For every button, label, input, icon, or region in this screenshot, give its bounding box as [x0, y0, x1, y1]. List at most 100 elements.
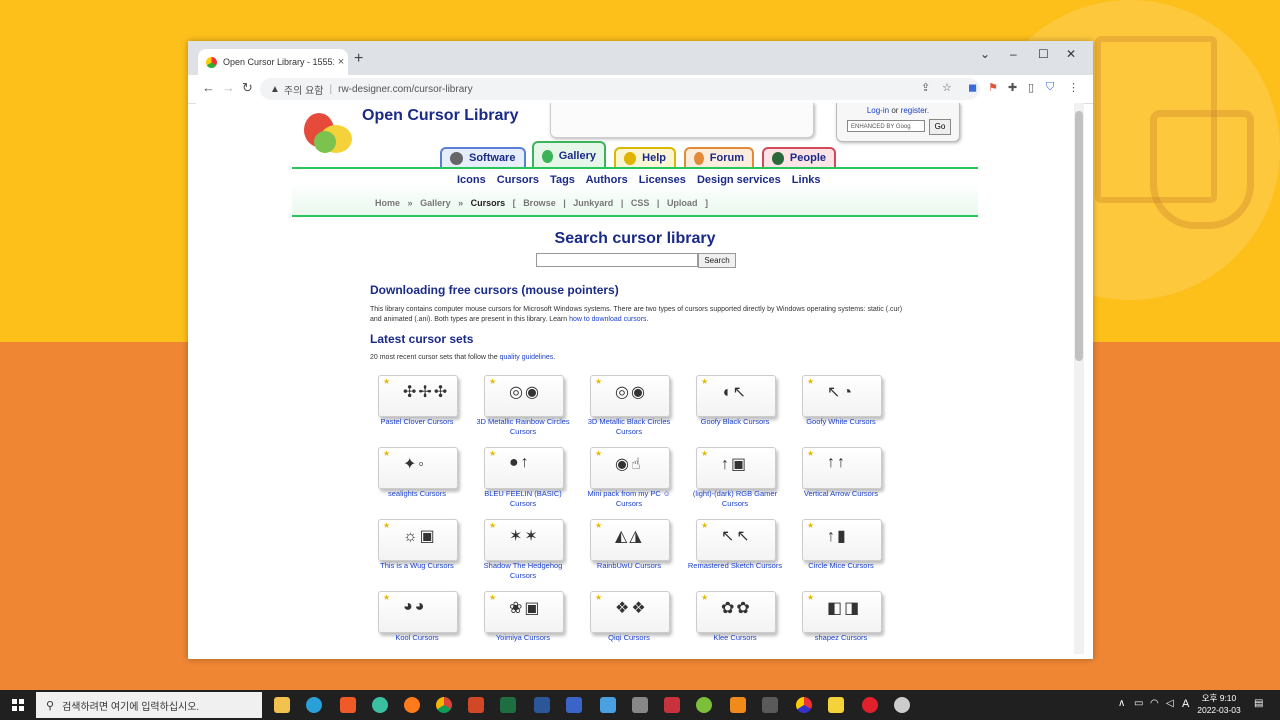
close-window-button[interactable]: ✕: [1066, 47, 1076, 61]
tab-close-icon[interactable]: ×: [334, 56, 348, 68]
share-icon[interactable]: ⇪: [921, 81, 930, 94]
app-icon-window[interactable]: [600, 697, 616, 713]
crumb-junkyard[interactable]: Junkyard: [573, 198, 613, 208]
url-text[interactable]: rw-designer.com/cursor-library: [338, 84, 472, 95]
minimize-button[interactable]: –: [1010, 47, 1017, 61]
forward-arrow-icon[interactable]: →: [222, 80, 235, 95]
cursor-set-thumbnail[interactable]: ★ ✿✿: [696, 591, 776, 633]
app-icon-gear[interactable]: [632, 697, 648, 713]
cursor-set-link[interactable]: Qiqi Cursors: [578, 633, 680, 643]
crumb-css[interactable]: CSS: [631, 198, 650, 208]
cursor-set-card[interactable]: ★ ◎◉ 3D Metallic Rainbow Circles Cursors: [476, 375, 588, 447]
cursor-set-card[interactable]: ★ ◭◮ RainbUwU Cursors: [588, 519, 694, 591]
ime-indicator[interactable]: A: [1182, 698, 1189, 710]
crumb-upload[interactable]: Upload: [667, 198, 698, 208]
tab-gallery[interactable]: Gallery: [532, 141, 606, 169]
cursor-set-card[interactable]: ★ ●↑ BLEU FEELIN (BASIC) Cursors: [482, 447, 588, 519]
cursor-set-card[interactable]: ★ ↑▣ (light)-(dark) RGB Gamer Cursors: [693, 447, 800, 519]
network-icon[interactable]: ◠: [1150, 698, 1159, 709]
cursor-set-card[interactable]: ★ ✶✶ Shadow The Hedgehog Cursors: [482, 519, 588, 591]
cursor-set-link[interactable]: Klee Cursors: [684, 633, 786, 643]
bookmark-star-icon[interactable]: ☆: [942, 81, 952, 94]
cursor-set-thumbnail[interactable]: ★ ↑↑: [802, 447, 882, 489]
word-icon[interactable]: [534, 697, 550, 713]
cursor-set-thumbnail[interactable]: ★ ◎◉: [484, 375, 564, 417]
cursor-set-card[interactable]: ★ ❖❖ Qiqi Cursors: [588, 591, 694, 654]
nav-authors[interactable]: Authors: [586, 174, 628, 186]
cursor-set-thumbnail[interactable]: ★ ✶✶: [484, 519, 564, 561]
cursor-set-link[interactable]: Kool Cursors: [366, 633, 468, 643]
cursor-set-link[interactable]: Yoimiya Cursors: [472, 633, 574, 643]
cursor-set-card[interactable]: ★ ◉☝ Mini pack from my PC ☺ Cursors: [587, 447, 694, 519]
browser-tab[interactable]: Open Cursor Library - 155512 ×: [198, 49, 348, 75]
tab-forum[interactable]: Forum: [684, 147, 754, 167]
cursor-set-link[interactable]: Shadow The Hedgehog Cursors: [472, 561, 574, 581]
firefox-icon[interactable]: [404, 697, 420, 713]
sticky-notes-icon[interactable]: [828, 697, 844, 713]
cursor-set-thumbnail[interactable]: ★ ◉☝: [590, 447, 670, 489]
cursor-set-thumbnail[interactable]: ★ ↑▣: [696, 447, 776, 489]
cursor-set-thumbnail[interactable]: ★ ❖❖: [590, 591, 670, 633]
tab-help[interactable]: Help: [614, 147, 676, 167]
cursor-set-card[interactable]: ★ ◧◨ shapez Cursors: [800, 591, 906, 654]
google-go-button[interactable]: Go: [929, 119, 951, 135]
app-icon-se[interactable]: [664, 697, 680, 713]
cursor-set-link[interactable]: shapez Cursors: [790, 633, 892, 643]
cursor-set-thumbnail[interactable]: ★ ☼▣: [378, 519, 458, 561]
app-icon-green[interactable]: [696, 697, 712, 713]
opera-icon[interactable]: [862, 697, 878, 713]
taskbar-clock[interactable]: 오후 9:10 2022-03-03: [1194, 692, 1244, 716]
cursor-set-thumbnail[interactable]: ★ ↖↖: [696, 519, 776, 561]
messenger-app-icon[interactable]: [372, 697, 388, 713]
site-logo[interactable]: [302, 109, 356, 157]
cursor-set-card[interactable]: ★ ✦◦ sealights Cursors: [376, 447, 482, 519]
crumb-browse[interactable]: Browse: [523, 198, 556, 208]
how-to-download-link[interactable]: how to download cursors: [569, 316, 646, 323]
browser-menu-icon[interactable]: ⋮: [1068, 81, 1079, 94]
cursor-set-link[interactable]: Remastered Sketch Cursors: [684, 561, 786, 571]
edge-browser-icon[interactable]: [306, 697, 322, 713]
crumb-home[interactable]: Home: [375, 198, 400, 208]
file-explorer-icon[interactable]: [274, 697, 290, 713]
cursor-set-link[interactable]: Vertical Arrow Cursors: [790, 489, 892, 499]
extension-icon[interactable]: ⚑: [988, 81, 998, 94]
warning-triangle-icon[interactable]: ▲: [270, 84, 280, 95]
tray-app-icon[interactable]: ▭: [1134, 698, 1143, 709]
tab-software[interactable]: Software: [440, 147, 526, 167]
register-link[interactable]: register.: [901, 106, 929, 115]
cursor-set-link[interactable]: sealights Cursors: [366, 489, 468, 499]
calculator-icon[interactable]: [762, 697, 778, 713]
windows-start-icon[interactable]: [12, 699, 24, 711]
cursor-set-thumbnail[interactable]: ★ ◭◮: [590, 519, 670, 561]
cursor-set-thumbnail[interactable]: ★ ❀▣: [484, 591, 564, 633]
cursor-set-link[interactable]: Goofy Black Cursors: [684, 417, 786, 427]
notification-icon[interactable]: ▤: [1254, 698, 1263, 709]
cursor-set-link[interactable]: Goofy White Cursors: [790, 417, 892, 427]
cursor-set-link[interactable]: 3D Metallic Black Circles Cursors: [578, 417, 680, 437]
site-title[interactable]: Open Cursor Library: [362, 107, 518, 125]
cursor-set-card[interactable]: ★ ◎◉ 3D Metallic Black Circles Cursors: [588, 375, 694, 447]
security-shield-icon[interactable]: ⛉: [1046, 81, 1054, 94]
cursor-set-thumbnail[interactable]: ★ ◧◨: [802, 591, 882, 633]
cursor-set-link[interactable]: Pastel Clover Cursors: [366, 417, 468, 427]
address-bar[interactable]: ▲ 주의 요함 | rw-designer.com/cursor-library: [260, 78, 980, 100]
cursor-set-card[interactable]: ★ ↑▮ Circle Mice Cursors: [800, 519, 906, 591]
cursor-set-card[interactable]: ★ ☼▣ This is a Wug Cursors: [376, 519, 482, 591]
powerpoint-icon[interactable]: [468, 697, 484, 713]
nav-design-services[interactable]: Design services: [697, 174, 781, 186]
extension-shield-icon[interactable]: ◼: [968, 81, 977, 94]
cursor-set-card[interactable]: ★ ◕◕ Kool Cursors: [376, 591, 482, 654]
cursor-set-card[interactable]: ★ ↑↑ Vertical Arrow Cursors: [800, 447, 906, 519]
cursor-set-link[interactable]: 3D Metallic Rainbow Circles Cursors: [472, 417, 574, 437]
cursor-set-thumbnail[interactable]: ★ ✣✢✣: [378, 375, 458, 417]
login-link[interactable]: Log-in: [867, 106, 889, 115]
cursor-set-card[interactable]: ★ ↖◔ Goofy White Cursors: [800, 375, 906, 447]
nav-icons[interactable]: Icons: [457, 174, 486, 186]
scrollbar-thumb[interactable]: [1075, 111, 1083, 361]
back-arrow-icon[interactable]: ←: [202, 80, 215, 95]
cursor-set-thumbnail[interactable]: ★ ◖↖: [696, 375, 776, 417]
maximize-button[interactable]: ☐: [1038, 47, 1049, 61]
app-icon-notes[interactable]: [566, 697, 582, 713]
cursor-set-link[interactable]: BLEU FEELIN (BASIC) Cursors: [472, 489, 574, 509]
cursor-set-thumbnail[interactable]: ★ ↑▮: [802, 519, 882, 561]
